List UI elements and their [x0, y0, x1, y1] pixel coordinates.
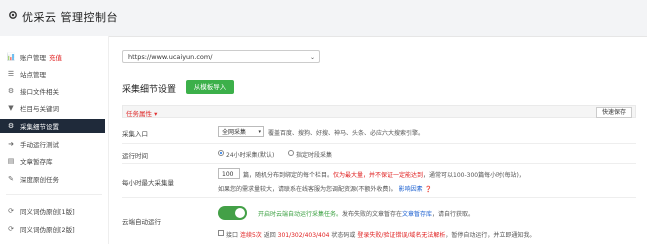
influence-factors-link[interactable]: 影响因素	[399, 186, 423, 193]
article-storage-link[interactable]: 文章暂存库	[402, 211, 432, 218]
task-property-label[interactable]: 任务属性 ▾	[126, 108, 157, 118]
sidebar-divider	[6, 194, 102, 195]
cloud-run-description: 开启时云端自动运行采集任务。发布失败的文章暂存在文章暂存库，请自行获取。	[258, 211, 475, 218]
cloud-run-toggle[interactable]	[218, 206, 247, 220]
max-per-hour-input[interactable]: 100	[218, 168, 240, 179]
sidebar-item-interface-files[interactable]: ⚙ 接口文件相关	[0, 84, 105, 98]
sidebar-item-label: 文章暂存库	[20, 158, 53, 166]
sidebar-item-columns-keywords[interactable]: ▼ 栏目与关键词	[0, 101, 105, 115]
sidebar-item-label: 同义词伪原创[2版]	[20, 226, 75, 234]
collect-entry-select[interactable]: 全网采集 ▾	[218, 126, 264, 137]
site-url-select[interactable]: https://www.ucaiyun.com/ ⌄	[122, 50, 320, 63]
plug-icon: ⚙	[7, 87, 15, 95]
recharge-link[interactable]: 充值	[49, 52, 62, 62]
sidebar-item-synonym-v1[interactable]: ⟳ 同义词伪原创[1版]	[0, 204, 105, 218]
collect-entry-value: 全网采集	[222, 129, 247, 136]
row-divider	[122, 197, 636, 198]
sidebar-item-account[interactable]: 📊 账户管理 充值	[0, 50, 105, 64]
sidebar: 📊 账户管理 充值 ☰ 站点管理 ⚙ 接口文件相关 ▼ 栏目与关键词 ⚙ 采集细…	[0, 36, 109, 244]
refresh-icon: ⟳	[8, 225, 14, 233]
sidebar-item-collect-settings[interactable]: ⚙ 采集细节设置	[0, 119, 105, 133]
interface-check-description: 接口 连续5次 返回 301/302/403/404 状态码或 登录失败/验证错…	[226, 232, 536, 239]
bar-chart-icon: 📊	[6, 53, 16, 61]
gears-icon: ⚙	[7, 122, 15, 130]
collect-entry-label: 采集入口	[122, 130, 148, 138]
sidebar-item-sites[interactable]: ☰ 站点管理	[0, 67, 105, 81]
interface-check-checkbox[interactable]	[218, 230, 224, 236]
sidebar-item-deep-original[interactable]: ✎ 深度原创任务	[0, 172, 105, 186]
chevron-down-icon: ▾	[258, 129, 261, 135]
sidebar-item-synonym-v2[interactable]: ⟳ 同义词伪原创[2版]	[0, 222, 105, 236]
toggle-knob	[235, 208, 245, 218]
sidebar-item-label: 接口文件相关	[20, 88, 59, 96]
sidebar-item-manual-test[interactable]: ➜ 手动运行测试	[0, 137, 105, 151]
edit-icon: ✎	[8, 175, 14, 183]
sidebar-item-label: 账户管理	[20, 54, 46, 62]
sidebar-item-article-storage[interactable]: ▤ 文章暂存库	[0, 154, 105, 168]
max-per-hour-label: 每小时最大采集量	[122, 179, 174, 187]
refresh-icon: ⟳	[8, 207, 14, 215]
row-divider	[122, 163, 636, 164]
gear-icon	[8, 10, 18, 20]
sidebar-item-label: 同义词伪原创[1版]	[20, 208, 75, 216]
filter-icon: ▼	[8, 104, 14, 112]
collect-entry-description: 覆盖百度、搜狗、好搜、神马、头条、必应六大搜索引擎。	[268, 130, 425, 137]
max-warning: 仅为最大量，并不保证一定能达到	[333, 172, 424, 179]
site-url-value: https://www.ucaiyun.com/	[128, 53, 213, 61]
list-icon: ☰	[7, 70, 15, 78]
arrow-right-icon: ➜	[8, 140, 14, 148]
sidebar-item-label: 深度原创任务	[20, 176, 59, 184]
chevron-down-icon: ⌄	[309, 54, 315, 61]
row-divider	[122, 143, 636, 144]
task-property-bar: 任务属性 ▾ 快速保存	[122, 105, 636, 118]
app-header: 优采云 管理控制台	[0, 0, 647, 37]
main-content: https://www.ucaiyun.com/ ⌄ 采集细节设置 从模板导入 …	[108, 36, 647, 244]
import-from-template-button[interactable]: 从模板导入	[186, 80, 234, 94]
document-icon: ▤	[7, 157, 15, 165]
run-time-24h-radio[interactable]	[218, 150, 224, 156]
run-time-24h-label: 24小时采集(默认)	[226, 152, 275, 159]
sidebar-item-label: 站点管理	[20, 71, 46, 79]
run-time-scheduled-label: 指定时段采集	[296, 152, 333, 159]
max-per-hour-description: 篇，随机分布到绑定的每个栏目。仅为最大量，并不保证一定能达到，通常可以100-3…	[243, 172, 525, 179]
run-time-scheduled-radio[interactable]	[288, 150, 294, 156]
sidebar-item-label: 手动运行测试	[20, 141, 59, 149]
app-title: 优采云 管理控制台	[22, 11, 118, 24]
max-per-hour-note: 如果您的需求量较大，请联系在线客服为您调配资源(不额外收费)。 影响因素 ❓	[218, 186, 433, 193]
cloud-run-label: 云端自动运行	[122, 218, 161, 226]
run-time-label: 运行时间	[122, 152, 148, 160]
page-title: 采集细节设置	[122, 85, 177, 95]
quick-save-button[interactable]: 快速保存	[595, 107, 632, 118]
sidebar-item-label: 采集细节设置	[20, 123, 59, 131]
sidebar-item-label: 栏目与关键词	[20, 105, 59, 113]
